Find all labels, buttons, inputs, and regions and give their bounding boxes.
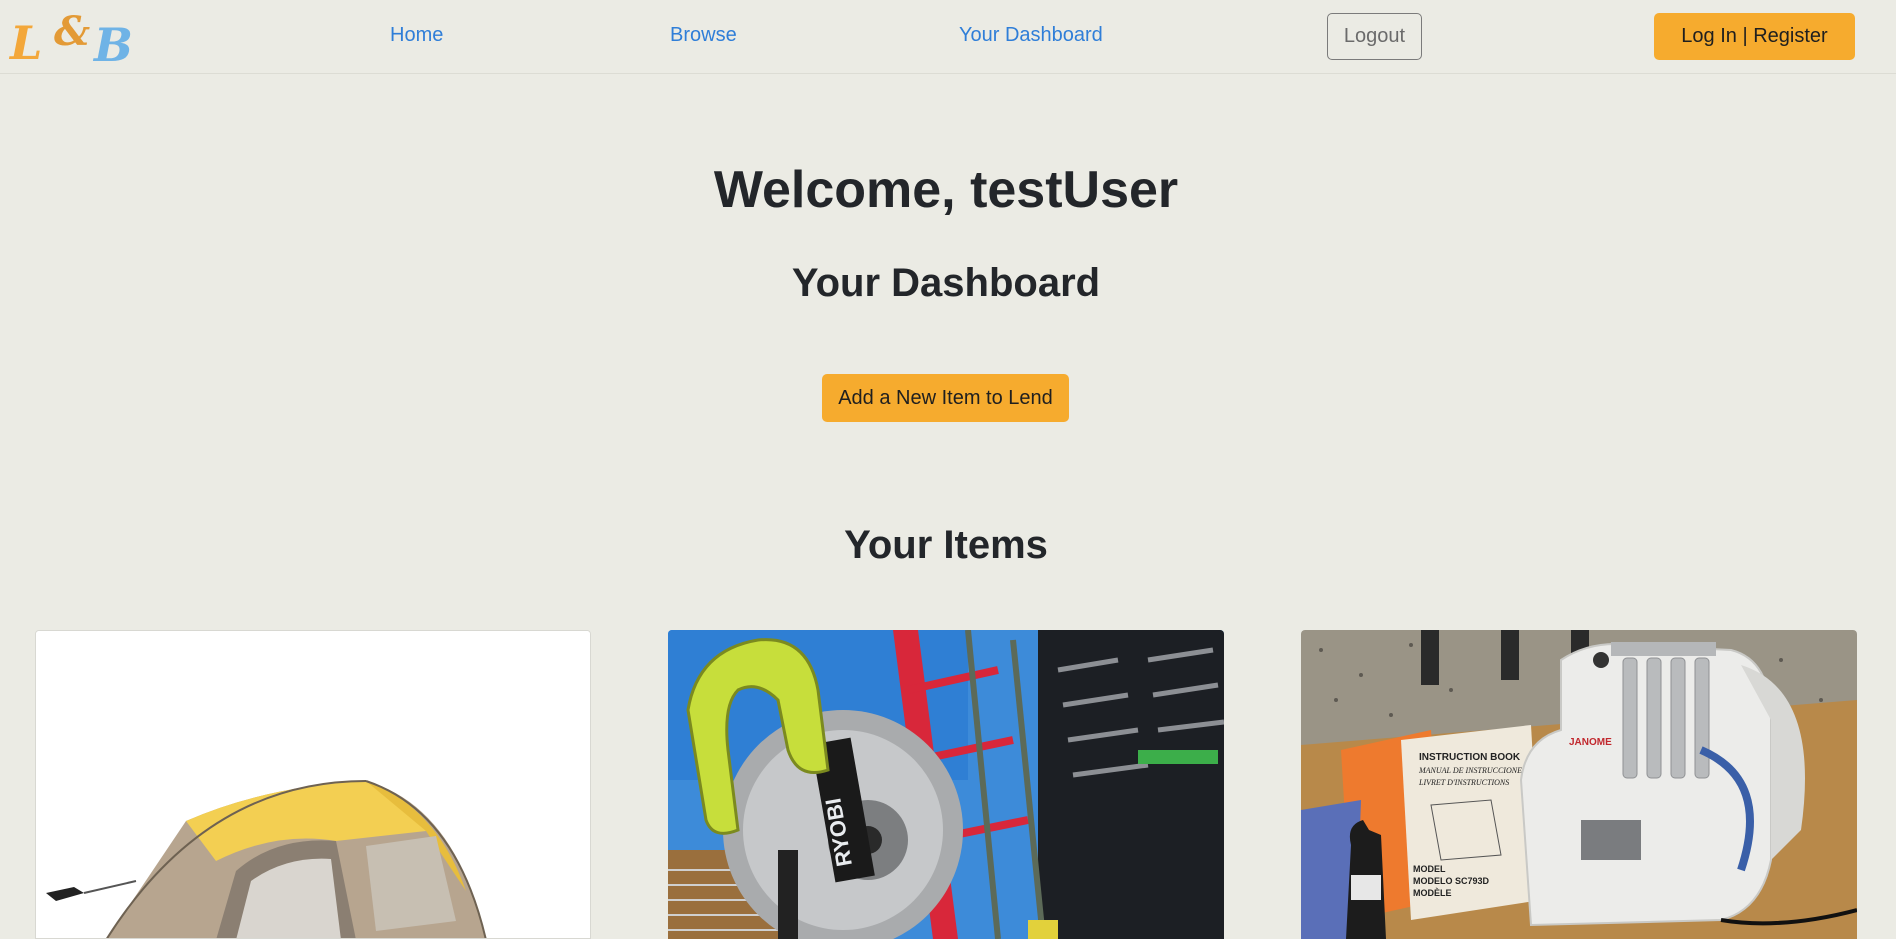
login-register-button[interactable]: Log In | Register: [1654, 13, 1855, 60]
book-line-3: LIVRET D'INSTRUCTIONS: [1418, 778, 1509, 787]
welcome-heading: Welcome, testUser: [713, 161, 1179, 219]
logo-ampersand: &: [54, 8, 91, 55]
logo-letter-b: B: [94, 18, 133, 72]
tent-image: [36, 631, 590, 938]
serger-brand-text: JANOME: [1569, 737, 1612, 748]
nav-link-home[interactable]: Home: [390, 24, 443, 47]
miter-saw-image: RYOBI: [668, 630, 1224, 939]
serger-image: INSTRUCTION BOOK MANUAL DE INSTRUCCIONES…: [1301, 630, 1857, 939]
items-heading: Your Items: [844, 523, 1048, 567]
site-logo[interactable]: L & B: [6, 8, 136, 72]
item-card-tent[interactable]: [35, 630, 591, 939]
nav-link-browse[interactable]: Browse: [670, 24, 737, 47]
dashboard-heading: Your Dashboard: [791, 261, 1101, 305]
item-card-serger[interactable]: INSTRUCTION BOOK MANUAL DE INSTRUCCIONES…: [1301, 630, 1857, 939]
book-line-1: INSTRUCTION BOOK: [1419, 752, 1521, 763]
book-model-1: MODEL: [1413, 864, 1446, 874]
logout-button[interactable]: Logout: [1327, 13, 1422, 60]
book-model-2: MODELO SC793D: [1413, 876, 1490, 886]
nav-link-dashboard[interactable]: Your Dashboard: [959, 24, 1103, 47]
item-card-miter-saw[interactable]: RYOBI: [668, 630, 1224, 939]
navbar: L & B Home Browse Your Dashboard Logout …: [0, 0, 1896, 74]
book-model-3: MODÈLE: [1413, 888, 1452, 898]
logo-letter-l: L: [10, 16, 43, 70]
add-item-button[interactable]: Add a New Item to Lend: [822, 374, 1069, 422]
book-line-2: MANUAL DE INSTRUCCIONES: [1418, 766, 1526, 775]
